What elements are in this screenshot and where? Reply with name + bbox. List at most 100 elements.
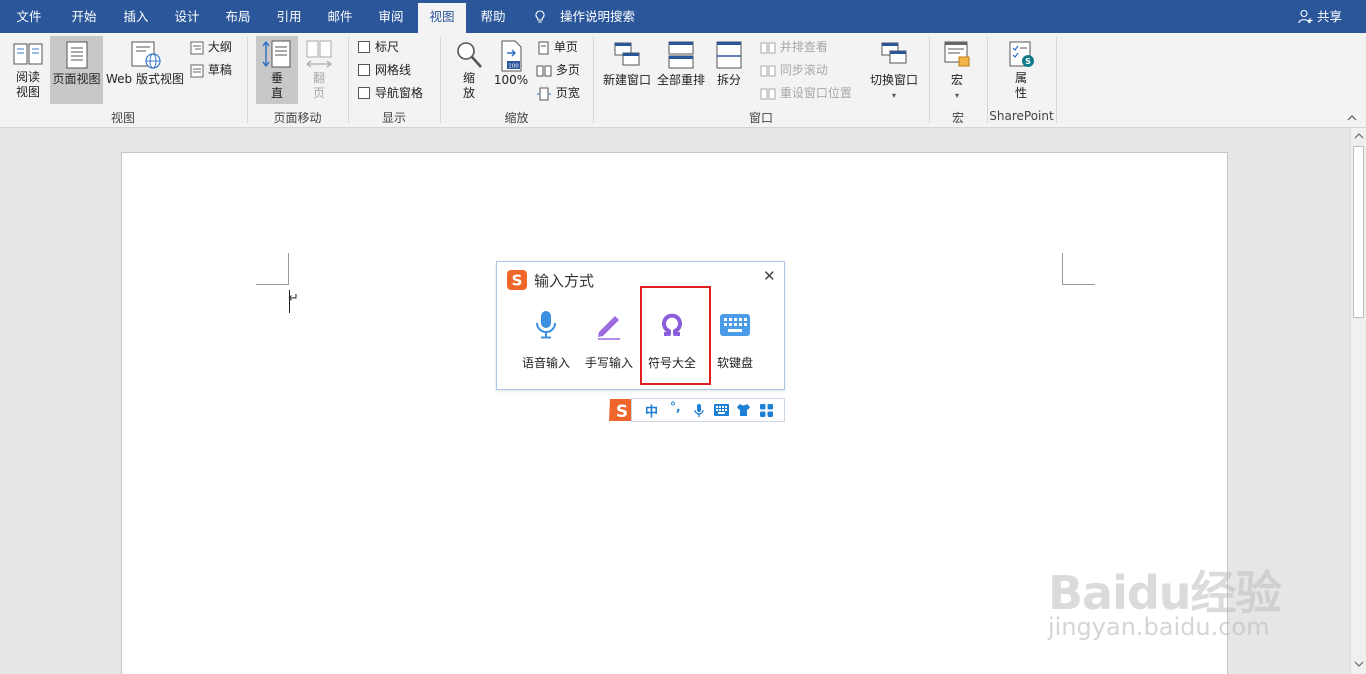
gridlines-checkbox[interactable]: 网格线 (358, 60, 411, 80)
title-tab-bar: 文件 开始 插入 设计 布局 引用 邮件 审阅 视图 帮助 操作说明搜索 共享 (0, 0, 1366, 33)
draft-label: 草稿 (207, 63, 232, 77)
zoom-label-1: 缩 (462, 71, 475, 85)
ruler-check-box[interactable] (358, 41, 370, 53)
gridlines-check-box[interactable] (358, 64, 370, 76)
side-to-side-button[interactable]: 翻 页 (300, 36, 338, 104)
ime-status-bar: S 中 °, (607, 397, 785, 423)
tab-layout[interactable]: 布局 (212, 0, 264, 33)
highlight-box (640, 286, 711, 385)
read-mode-button[interactable]: 阅读 视图 (6, 36, 50, 104)
zoom-group-label: 缩放 (504, 111, 529, 125)
tab-mailings[interactable]: 邮件 (314, 0, 366, 33)
side-label-1: 翻 (312, 71, 325, 85)
page-movement-group-label: 页面移动 (273, 111, 322, 125)
arrange-all-button[interactable]: 全部重排 (655, 36, 707, 104)
side-label-2: 页 (312, 86, 325, 100)
page-width-icon (537, 87, 551, 100)
vertical-button[interactable]: 垂 直 (256, 36, 298, 104)
one-page-label: 单页 (553, 40, 578, 54)
draft-button[interactable]: 草稿 (190, 60, 232, 80)
chevron-down-icon: ▾ (954, 91, 959, 100)
print-layout-button[interactable]: 页面视图 (50, 36, 103, 104)
sync-scroll-button[interactable]: 同步滚动 (760, 60, 828, 80)
keyboard-icon[interactable] (714, 404, 729, 416)
outline-label: 大纲 (207, 40, 232, 54)
tab-review[interactable]: 审阅 (366, 0, 416, 33)
scroll-down-icon[interactable] (1354, 660, 1364, 668)
zoom-100-button[interactable]: 100 100% (492, 36, 530, 104)
microphone-icon[interactable] (694, 403, 704, 419)
close-icon[interactable]: ✕ (763, 267, 776, 285)
new-window-button[interactable]: 新建窗口 (600, 36, 654, 104)
multiple-pages-icon (536, 65, 552, 76)
reset-position-label: 重设窗口位置 (779, 86, 852, 100)
svg-text:100: 100 (508, 63, 519, 69)
scroll-up-icon[interactable] (1354, 132, 1364, 140)
macros-button[interactable]: 宏 ▾ (938, 36, 976, 104)
one-page-button[interactable]: 单页 (536, 37, 578, 57)
watermark-url: jingyan.baidu.com (1048, 613, 1270, 641)
svg-text:S: S (512, 272, 523, 290)
split-button[interactable]: 拆分 (710, 36, 748, 104)
arrange-all-label: 全部重排 (656, 73, 705, 87)
svg-text:S: S (1025, 57, 1031, 66)
soft-keyboard-label: 软键盘 (716, 356, 753, 370)
lightbulb-icon[interactable] (534, 10, 546, 24)
tab-insert[interactable]: 插入 (110, 0, 162, 33)
person-add-icon[interactable] (1298, 9, 1313, 24)
switch-windows-label: 切换窗口 (869, 73, 918, 87)
tab-references[interactable]: 引用 (264, 0, 314, 33)
tab-view[interactable]: 视图 (418, 3, 466, 33)
punctuation-toggle[interactable]: °, (670, 400, 681, 414)
multiple-pages-button[interactable]: 多页 (536, 60, 580, 80)
arrange-all-icon (668, 41, 694, 69)
nav-pane-check-box[interactable] (358, 87, 370, 99)
share-button[interactable]: 共享 (1317, 0, 1342, 33)
properties-button[interactable]: S 属 性 (1000, 36, 1042, 104)
reset-position-icon (760, 88, 776, 99)
vertical-scrollbar[interactable] (1350, 128, 1366, 674)
sync-scroll-icon (760, 65, 776, 76)
page-width-button[interactable]: 页宽 (536, 83, 580, 103)
side-by-side-label: 并排查看 (779, 40, 828, 54)
zoom-button[interactable]: 缩 放 (448, 36, 490, 104)
vertical-label-1: 垂 (270, 71, 283, 85)
tab-file[interactable]: 文件 (0, 0, 58, 33)
gridlines-label: 网格线 (375, 63, 412, 77)
sharepoint-properties-icon: S (1009, 41, 1034, 67)
new-window-icon (614, 42, 640, 66)
tell-me-search[interactable]: 操作说明搜索 (560, 0, 635, 33)
web-layout-button[interactable]: Web 版式视图 (104, 36, 186, 104)
chevron-down-icon: ▾ (891, 91, 896, 100)
handwriting-input-button[interactable]: 手写输入 (578, 308, 640, 371)
chinese-mode-toggle[interactable]: 中 (645, 401, 658, 420)
handwriting-input-label: 手写输入 (584, 356, 633, 370)
reset-window-position-button[interactable]: 重设窗口位置 (760, 83, 852, 103)
voice-input-button[interactable]: 语音输入 (515, 308, 577, 371)
soft-keyboard-button[interactable]: 软键盘 (704, 308, 766, 371)
sync-scroll-label: 同步滚动 (779, 63, 828, 77)
tab-design[interactable]: 设计 (162, 0, 212, 33)
tab-home[interactable]: 开始 (58, 0, 110, 33)
microphone-icon (536, 311, 556, 339)
svg-text:S: S (616, 402, 628, 422)
ruler-checkbox[interactable]: 标尺 (358, 37, 399, 57)
switch-windows-button[interactable]: 切换窗口 ▾ (866, 36, 922, 104)
tshirt-skin-icon[interactable] (736, 403, 751, 417)
page-width-label: 页宽 (555, 86, 580, 100)
sogou-logo-icon: S (507, 270, 527, 290)
ribbon-view: 阅读 视图 页面视图 Web 版式视图 大纲 草稿 视图 垂 直 翻 页 页面移… (0, 33, 1366, 128)
toolbox-grid-icon[interactable] (760, 404, 773, 417)
nav-pane-checkbox[interactable]: 导航窗格 (358, 83, 423, 103)
magnifier-icon (457, 42, 482, 68)
view-side-by-side-button[interactable]: 并排查看 (760, 37, 828, 57)
outline-icon (190, 41, 204, 54)
scrollbar-thumb[interactable] (1353, 146, 1364, 318)
vertical-label-2: 直 (270, 86, 283, 100)
tab-help[interactable]: 帮助 (467, 0, 519, 33)
page-icon (66, 41, 87, 69)
macro-icon (944, 41, 970, 67)
properties-label-1: 属 (1014, 71, 1027, 85)
collapse-ribbon-icon[interactable] (1346, 113, 1358, 123)
outline-button[interactable]: 大纲 (190, 37, 232, 57)
